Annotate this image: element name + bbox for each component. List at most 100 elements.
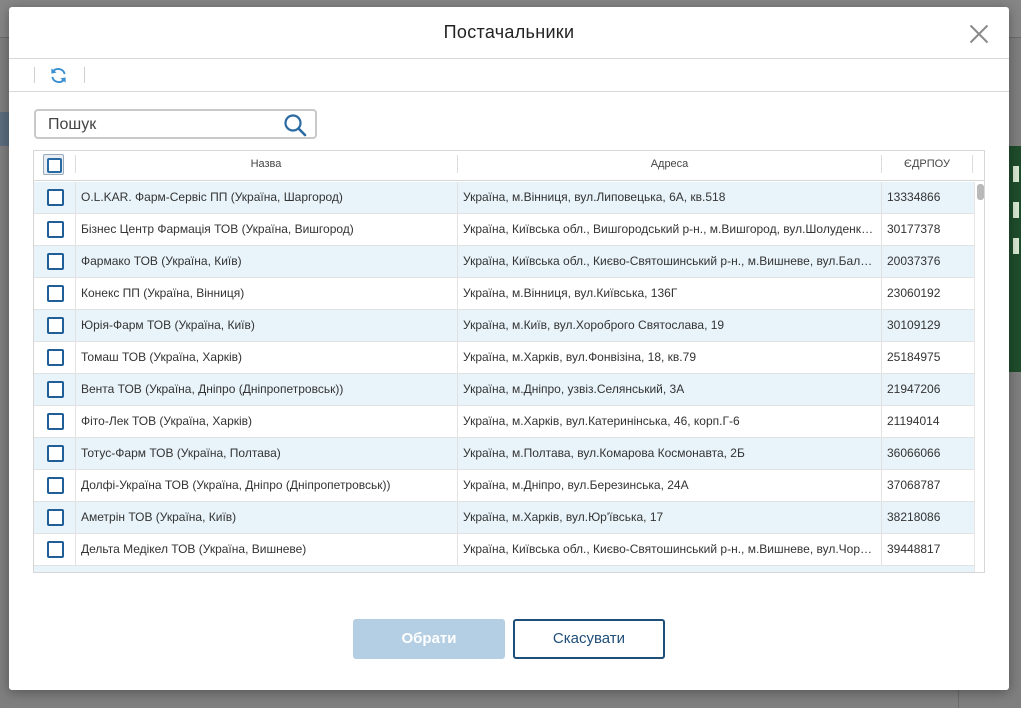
cell-divider — [457, 470, 458, 501]
cell-divider — [881, 278, 882, 309]
close-icon[interactable] — [967, 22, 991, 46]
cell-edrpou: 13334866 — [887, 190, 941, 204]
row-checkbox[interactable] — [47, 413, 64, 430]
dialog-header: Постачальники — [9, 7, 1009, 59]
table-row[interactable]: Бізнес Центр Фармація ТОВ (Україна, Вишг… — [34, 214, 974, 246]
table-row[interactable]: Юрія-Фарм ТОВ (Україна, Київ) Україна, м.… — [34, 310, 974, 342]
cell-name: Тотус-Фарм ТОВ (Україна, Полтава) — [81, 446, 281, 460]
row-checkbox[interactable] — [47, 317, 64, 334]
search-input[interactable] — [48, 115, 268, 135]
suppliers-dialog: Постачальники Назва — [9, 7, 1009, 690]
cell-divider — [75, 438, 76, 469]
table-row[interactable]: Фармако ТОВ (Україна, Київ) Україна, Київ… — [34, 246, 974, 278]
cell-divider — [881, 406, 882, 437]
cell-divider — [457, 214, 458, 245]
cell-divider — [457, 374, 458, 405]
cell-address: Україна, Київська обл., Вишгородський р-… — [463, 222, 877, 236]
cell-divider — [75, 374, 76, 405]
cell-divider — [457, 406, 458, 437]
table-row[interactable]: Томаш ТОВ (Україна, Харків) Україна, м.Ха… — [34, 342, 974, 374]
cell-divider — [881, 470, 882, 501]
cancel-button[interactable]: Скасувати — [513, 619, 665, 659]
row-checkbox[interactable] — [47, 509, 64, 526]
cell-divider — [75, 310, 76, 341]
cell-divider — [75, 342, 76, 373]
column-divider — [972, 155, 973, 173]
cell-divider — [881, 438, 882, 469]
search-icon[interactable] — [283, 113, 307, 137]
column-header-name[interactable]: Назва — [76, 151, 456, 181]
cell-divider — [881, 534, 882, 565]
cell-divider — [881, 502, 882, 533]
table-body: O.L.KAR. Фарм-Сервіс ПП (Україна, Шаргор… — [34, 182, 974, 572]
cell-divider — [75, 182, 76, 213]
cell-address: Україна, м.Дніпро, узвіз.Селянський, 3А — [463, 382, 685, 396]
cell-edrpou: 37068787 — [887, 478, 941, 492]
cell-divider — [75, 214, 76, 245]
cell-address: Україна, Київська обл., Києво-Святошинсь… — [463, 254, 877, 268]
cell-divider — [881, 246, 882, 277]
suppliers-table: Назва Адреса ЄДРПОУ O.L.KAR. Фарм-Сервіс… — [33, 150, 985, 573]
cell-address: Україна, м.Дніпро, вул.Березинська, 24А — [463, 478, 689, 492]
column-header-address[interactable]: Адреса — [458, 151, 881, 181]
cell-name: Бізнес Центр Фармація ТОВ (Україна, Вишг… — [81, 222, 354, 236]
select-button[interactable]: Обрати — [353, 619, 505, 659]
cell-divider — [75, 502, 76, 533]
table-scrollbar[interactable] — [974, 182, 984, 572]
column-header-edrpou[interactable]: ЄДРПОУ — [882, 151, 972, 181]
table-row[interactable]: Долфі-Україна ТОВ (Україна, Дніпро (Дніп… — [34, 470, 974, 502]
cell-name: Фармако ТОВ (Україна, Київ) — [81, 254, 242, 268]
cell-name: Конекс ПП (Україна, Вінниця) — [81, 286, 245, 300]
cell-divider — [881, 310, 882, 341]
cell-divider — [75, 246, 76, 277]
table-row[interactable]: Дельта Медікел ТОВ (Україна, Вишневе) Укр… — [34, 534, 974, 566]
cell-address: Україна, Київська обл., Києво-Святошинсь… — [463, 542, 877, 556]
cell-address: Україна, м.Харків, вул.Фонвізіна, 18, кв… — [463, 350, 696, 364]
cell-edrpou: 36066066 — [887, 446, 941, 460]
row-checkbox[interactable] — [47, 189, 64, 206]
toolbar-divider — [34, 67, 35, 83]
row-checkbox[interactable] — [47, 285, 64, 302]
cell-edrpou: 25184975 — [887, 350, 941, 364]
row-checkbox[interactable] — [47, 221, 64, 238]
cell-name: Томаш ТОВ (Україна, Харків) — [81, 350, 243, 364]
refresh-icon[interactable] — [49, 66, 68, 85]
cell-divider — [75, 534, 76, 565]
background-banner — [1009, 146, 1021, 372]
cell-divider — [75, 406, 76, 437]
table-row[interactable]: Фіто-Лек ТОВ (Україна, Харків) Україна, м… — [34, 406, 974, 438]
cell-name: Юрія-Фарм ТОВ (Україна, Київ) — [81, 318, 255, 332]
cell-divider — [881, 342, 882, 373]
table-header: Назва Адреса ЄДРПОУ — [34, 151, 984, 181]
row-checkbox[interactable] — [47, 477, 64, 494]
cell-address: Україна, м.Вінниця, вул.Київська, 136Г — [463, 286, 678, 300]
cell-divider — [75, 278, 76, 309]
background-divider — [958, 690, 959, 708]
cell-name: Аметрін ТОВ (Україна, Київ) — [81, 510, 237, 524]
cell-edrpou: 30109129 — [887, 318, 941, 332]
cell-divider — [457, 534, 458, 565]
cell-divider — [457, 438, 458, 469]
toolbar — [9, 59, 1009, 92]
select-all-checkbox[interactable] — [43, 154, 64, 175]
row-checkbox[interactable] — [47, 253, 64, 270]
cell-divider — [457, 246, 458, 277]
cell-name: Дельта Медікел ТОВ (Україна, Вишневе) — [81, 542, 307, 556]
table-row[interactable]: Конекс ПП (Україна, Вінниця) Україна, м.В… — [34, 278, 974, 310]
scrollbar-thumb[interactable] — [977, 184, 984, 200]
cell-name: O.L.KAR. Фарм-Сервіс ПП (Україна, Шаргор… — [81, 190, 343, 204]
row-checkbox[interactable] — [47, 541, 64, 558]
cell-divider — [881, 182, 882, 213]
cell-divider — [457, 310, 458, 341]
cell-divider — [457, 278, 458, 309]
row-checkbox[interactable] — [47, 445, 64, 462]
table-row[interactable]: O.L.KAR. Фарм-Сервіс ПП (Україна, Шаргор… — [34, 182, 974, 214]
row-checkbox[interactable] — [47, 381, 64, 398]
table-row[interactable]: Аметрін ТОВ (Україна, Київ) Україна, м.Ха… — [34, 502, 974, 534]
cell-edrpou: 20037376 — [887, 254, 941, 268]
row-checkbox[interactable] — [47, 349, 64, 366]
dialog-title: Постачальники — [443, 22, 575, 42]
cell-name: Долфі-Україна ТОВ (Україна, Дніпро (Дніп… — [81, 478, 391, 492]
table-row[interactable]: Вента ТОВ (Україна, Дніпро (Дніпропетров… — [34, 374, 974, 406]
table-row[interactable]: Тотус-Фарм ТОВ (Україна, Полтава) Україна… — [34, 438, 974, 470]
